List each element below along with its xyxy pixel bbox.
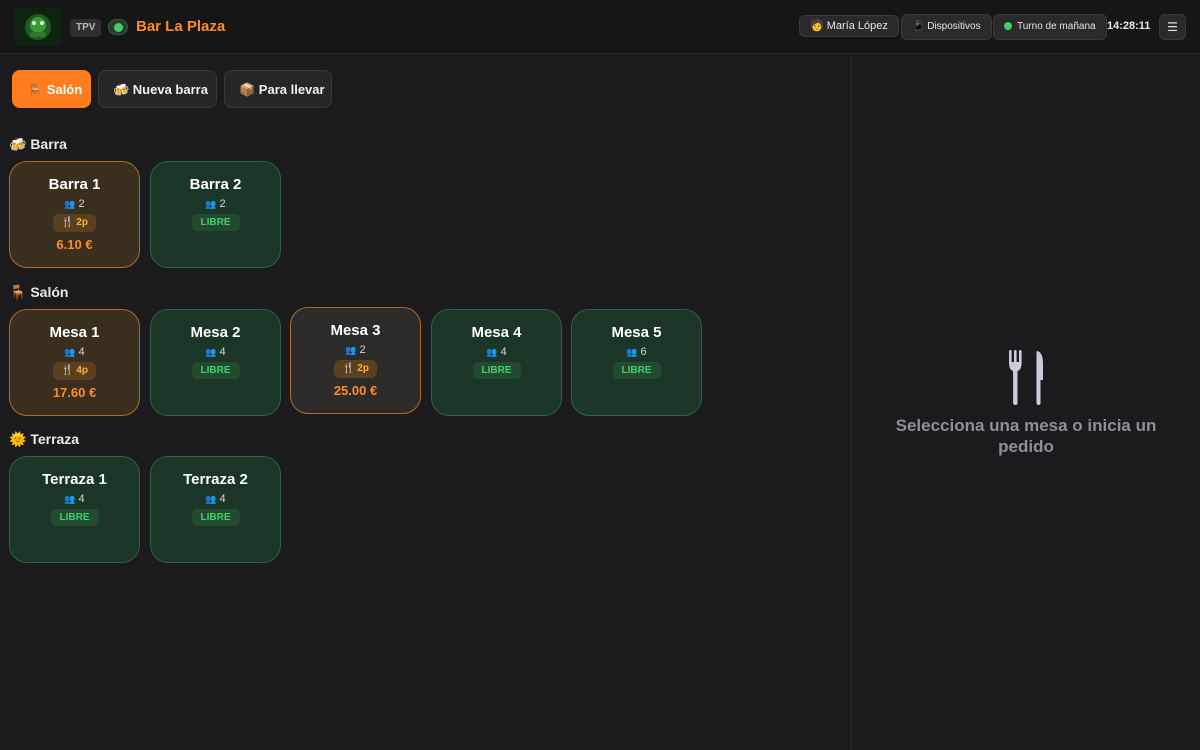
table-name: Barra 1	[48, 176, 101, 193]
app-title: Bar La Plaza	[136, 18, 226, 35]
people-icon: 👥	[345, 345, 357, 355]
hamburger-icon: ☰	[1167, 20, 1178, 34]
status-badge: LIBRE	[612, 362, 661, 379]
section-title-terraza: 🌞 Terraza	[9, 431, 80, 447]
table-seats: 👥 2	[205, 198, 226, 210]
app-logo	[14, 8, 62, 46]
table-card-barra-2[interactable]: Barra 2 👥 2 LIBRE	[150, 161, 281, 268]
table-card-mesa-5[interactable]: Mesa 5 👥 6 LIBRE	[571, 309, 702, 416]
table-name: Mesa 2	[190, 324, 241, 341]
table-seats: 👥 4	[205, 346, 226, 358]
table-seats: 👥 4	[486, 346, 507, 358]
cutlery-icon	[1007, 350, 1047, 406]
table-card-barra-1[interactable]: Barra 1 👥 2 🍴 2p 6.10 €	[9, 161, 140, 268]
people-icon: 👥	[205, 199, 217, 209]
people-icon: 👥	[205, 494, 217, 504]
tables-area: 🪑 Salón 🍻 Nueva barra 📦 Para llevar 🍻 Ba…	[0, 55, 851, 750]
table-name: Barra 2	[189, 176, 242, 193]
order-panel: Selecciona una mesa o inicia un pedido	[852, 55, 1200, 750]
table-name: Mesa 1	[49, 324, 100, 341]
table-seats: 👥 2	[64, 198, 85, 210]
people-icon: 👥	[205, 347, 217, 357]
table-seats: 👥 4	[205, 493, 226, 505]
table-seats: 👥 4	[64, 493, 85, 505]
table-name: Terraza 1	[42, 471, 107, 488]
shift-status-icon	[1004, 22, 1012, 30]
devices-button[interactable]: 📱 Dispositivos	[901, 14, 992, 40]
shift-button[interactable]: Turno de mañana	[993, 14, 1107, 40]
status-badge: LIBRE	[191, 509, 240, 526]
table-card-mesa-3[interactable]: Mesa 3 👥 2 🍴 2p 25.00 €	[290, 307, 421, 414]
table-card-terraza-2[interactable]: Terraza 2 👥 4 LIBRE	[150, 456, 281, 563]
top-bar: TPV Bar La Plaza 🧑 María López 📱 Disposi…	[0, 0, 1200, 54]
people-icon: 👥	[486, 347, 498, 357]
table-name: Mesa 5	[611, 324, 662, 341]
people-icon: 👥	[64, 347, 76, 357]
people-icon: 👥	[626, 347, 638, 357]
guests-badge: 🍴 2p	[334, 360, 377, 378]
empty-state-text: Selecciona una mesa o inicia un pedido	[895, 416, 1157, 456]
table-card-mesa-2[interactable]: Mesa 2 👥 4 LIBRE	[150, 309, 281, 416]
table-seats: 👥 4	[64, 346, 85, 358]
status-badge: LIBRE	[472, 362, 521, 379]
table-name: Terraza 2	[183, 471, 248, 488]
status-badge: LIBRE	[50, 509, 99, 526]
status-badge: LIBRE	[191, 214, 240, 231]
table-seats: 👥 6	[626, 346, 647, 358]
tpv-badge: TPV	[70, 19, 102, 37]
table-name: Mesa 3	[330, 322, 381, 339]
menu-button[interactable]: ☰	[1159, 14, 1186, 40]
connection-status-icon	[108, 19, 128, 35]
section-title-barra: 🍻 Barra	[9, 136, 67, 152]
tab-new-bar[interactable]: 🍻 Nueva barra	[98, 70, 217, 108]
guests-badge: 🍴 4p	[53, 362, 96, 380]
table-card-terraza-1[interactable]: Terraza 1 👥 4 LIBRE	[9, 456, 140, 563]
people-icon: 👥	[64, 199, 76, 209]
shift-label: Turno de mañana	[1017, 21, 1096, 32]
tab-salon[interactable]: 🪑 Salón	[12, 70, 91, 108]
guests-badge: 🍴 2p	[53, 214, 96, 232]
user-button[interactable]: 🧑 María López	[799, 15, 899, 37]
tab-takeaway[interactable]: 📦 Para llevar	[224, 70, 332, 108]
table-card-mesa-4[interactable]: Mesa 4 👥 4 LIBRE	[431, 309, 562, 416]
clock: 14:28:11	[1107, 20, 1151, 32]
section-title-salon: 🪑 Salón	[9, 284, 69, 300]
status-badge: LIBRE	[191, 362, 240, 379]
table-total: 25.00 €	[333, 383, 378, 398]
table-total: 6.10 €	[56, 237, 93, 252]
table-seats: 👥 2	[345, 344, 366, 356]
people-icon: 👥	[64, 494, 76, 504]
table-total: 17.60 €	[52, 385, 97, 400]
table-card-mesa-1[interactable]: Mesa 1 👥 4 🍴 4p 17.60 €	[9, 309, 140, 416]
table-name: Mesa 4	[471, 324, 522, 341]
